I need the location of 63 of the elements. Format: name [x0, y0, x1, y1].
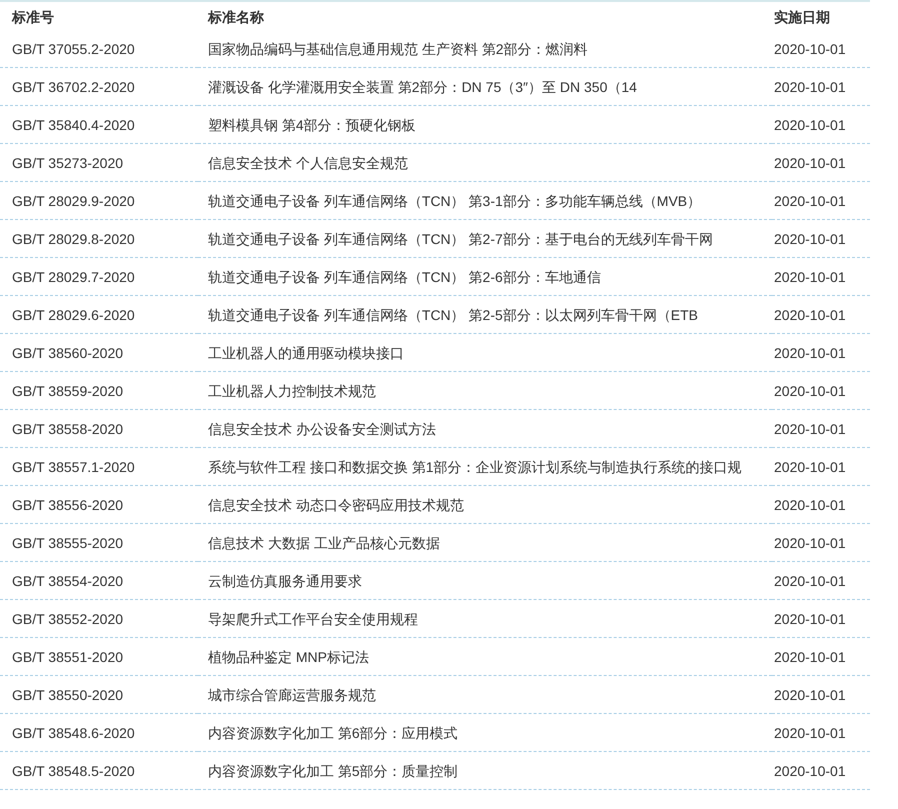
date-cell: 2020-10-01 [772, 296, 870, 334]
standard-name-cell: 城市综合管廊运营服务规范 [198, 676, 772, 714]
standard-name-cell: 灌溉设备 化学灌溉用安全装置 第2部分：DN 75（3″）至 DN 350（14 [198, 68, 772, 106]
date-cell: 2020-10-01 [772, 714, 870, 752]
standard-number-cell: GB/T 28029.8-2020 [0, 220, 198, 258]
date-cell: 2020-10-01 [772, 448, 870, 486]
date-cell: 2020-10-01 [772, 600, 870, 638]
standard-number-cell: GB/T 38554-2020 [0, 562, 198, 600]
standard-number-cell: GB/T 38548.5-2020 [0, 752, 198, 790]
date-cell: 2020-10-01 [772, 334, 870, 372]
column-header: 实施日期 [773, 8, 831, 27]
standard-name-cell: 信息安全技术 办公设备安全测试方法 [198, 410, 772, 448]
date-cell: 2020-10-01 [772, 562, 870, 600]
standard-name-cell: 内容资源数字化加工 第5部分：质量控制 [198, 752, 772, 790]
standard-name-cell: 信息安全技术 个人信息安全规范 [198, 144, 772, 182]
standard-name-cell: 轨道交通电子设备 列车通信网络（TCN） 第2-5部分：以太网列车骨干网（ETB [198, 296, 772, 334]
standard-name-cell: 轨道交通电子设备 列车通信网络（TCN） 第3-1部分：多功能车辆总线（MVB） [198, 182, 772, 220]
standard-name-cell: 塑料模具钢 第4部分：预硬化钢板 [198, 106, 772, 144]
standard-number-cell: GB/T 38558-2020 [0, 410, 198, 448]
date-cell: 2020-10-01 [772, 524, 870, 562]
column-header: 标准名称 [206, 8, 265, 27]
date-cell: 2020-10-01 [772, 638, 870, 676]
date-cell: 2020-10-01 [772, 486, 870, 524]
date-cell: 2020-10-01 [772, 676, 870, 714]
standard-name-cell: 信息安全技术 动态口令密码应用技术规范 [198, 486, 772, 524]
standard-name-cell: 信息技术 大数据 工业产品核心元数据 [198, 524, 772, 562]
standard-name-cell: 工业机器人力控制技术规范 [198, 372, 772, 410]
date-cell: 2020-10-01 [772, 752, 870, 790]
standard-name-cell: 植物品种鉴定 MNP标记法 [198, 638, 772, 676]
column-header: 标准号 [10, 8, 55, 27]
standard-name-cell: 导架爬升式工作平台安全使用规程 [198, 600, 772, 638]
date-cell: 2020-10-01 [772, 30, 870, 68]
standard-number-cell: GB/T 38552-2020 [0, 600, 198, 638]
standard-name-cell: 云制造仿真服务通用要求 [198, 562, 772, 600]
standard-name-cell: 系统与软件工程 接口和数据交换 第1部分：企业资源计划系统与制造执行系统的接口规 [198, 448, 772, 486]
standard-number-cell: GB/T 35273-2020 [0, 144, 198, 182]
standard-number-cell: GB/T 38557.1-2020 [0, 448, 198, 486]
standard-number-cell: GB/T 37055.2-2020 [0, 30, 198, 68]
standard-number-cell: GB/T 28029.7-2020 [0, 258, 198, 296]
standard-name-cell: 工业机器人的通用驱动模块接口 [198, 334, 772, 372]
standard-number-cell: GB/T 28029.6-2020 [0, 296, 198, 334]
standard-name-cell: 轨道交通电子设备 列车通信网络（TCN） 第2-6部分：车地通信 [198, 258, 772, 296]
standard-number-cell: GB/T 38550-2020 [0, 676, 198, 714]
date-cell: 2020-10-01 [772, 182, 870, 220]
date-cell: 2020-10-01 [772, 106, 870, 144]
date-cell: 2020-10-01 [772, 372, 870, 410]
standard-name-cell: 轨道交通电子设备 列车通信网络（TCN） 第2-7部分：基于电台的无线列车骨干网 [198, 220, 772, 258]
date-cell: 2020-10-01 [772, 68, 870, 106]
standard-number-cell: GB/T 38551-2020 [0, 638, 198, 676]
date-cell: 2020-10-01 [772, 410, 870, 448]
standard-number-cell: GB/T 35840.4-2020 [0, 106, 198, 144]
standard-number-cell: GB/T 38560-2020 [0, 334, 198, 372]
date-cell: 2020-10-01 [772, 144, 870, 182]
standard-number-cell: GB/T 28029.9-2020 [0, 182, 198, 220]
standard-name-cell: 国家物品编码与基础信息通用规范 生产资料 第2部分：燃润料 [198, 30, 772, 68]
standard-number-cell: GB/T 38555-2020 [0, 524, 198, 562]
standard-name-cell: 内容资源数字化加工 第6部分：应用模式 [198, 714, 772, 752]
standard-number-cell: GB/T 36702.2-2020 [0, 68, 198, 106]
standard-number-cell: GB/T 38556-2020 [0, 486, 198, 524]
date-cell: 2020-10-01 [772, 220, 870, 258]
standard-number-cell: GB/T 38548.6-2020 [0, 714, 198, 752]
standard-number-cell: GB/T 38559-2020 [0, 372, 198, 410]
date-cell: 2020-10-01 [772, 258, 870, 296]
